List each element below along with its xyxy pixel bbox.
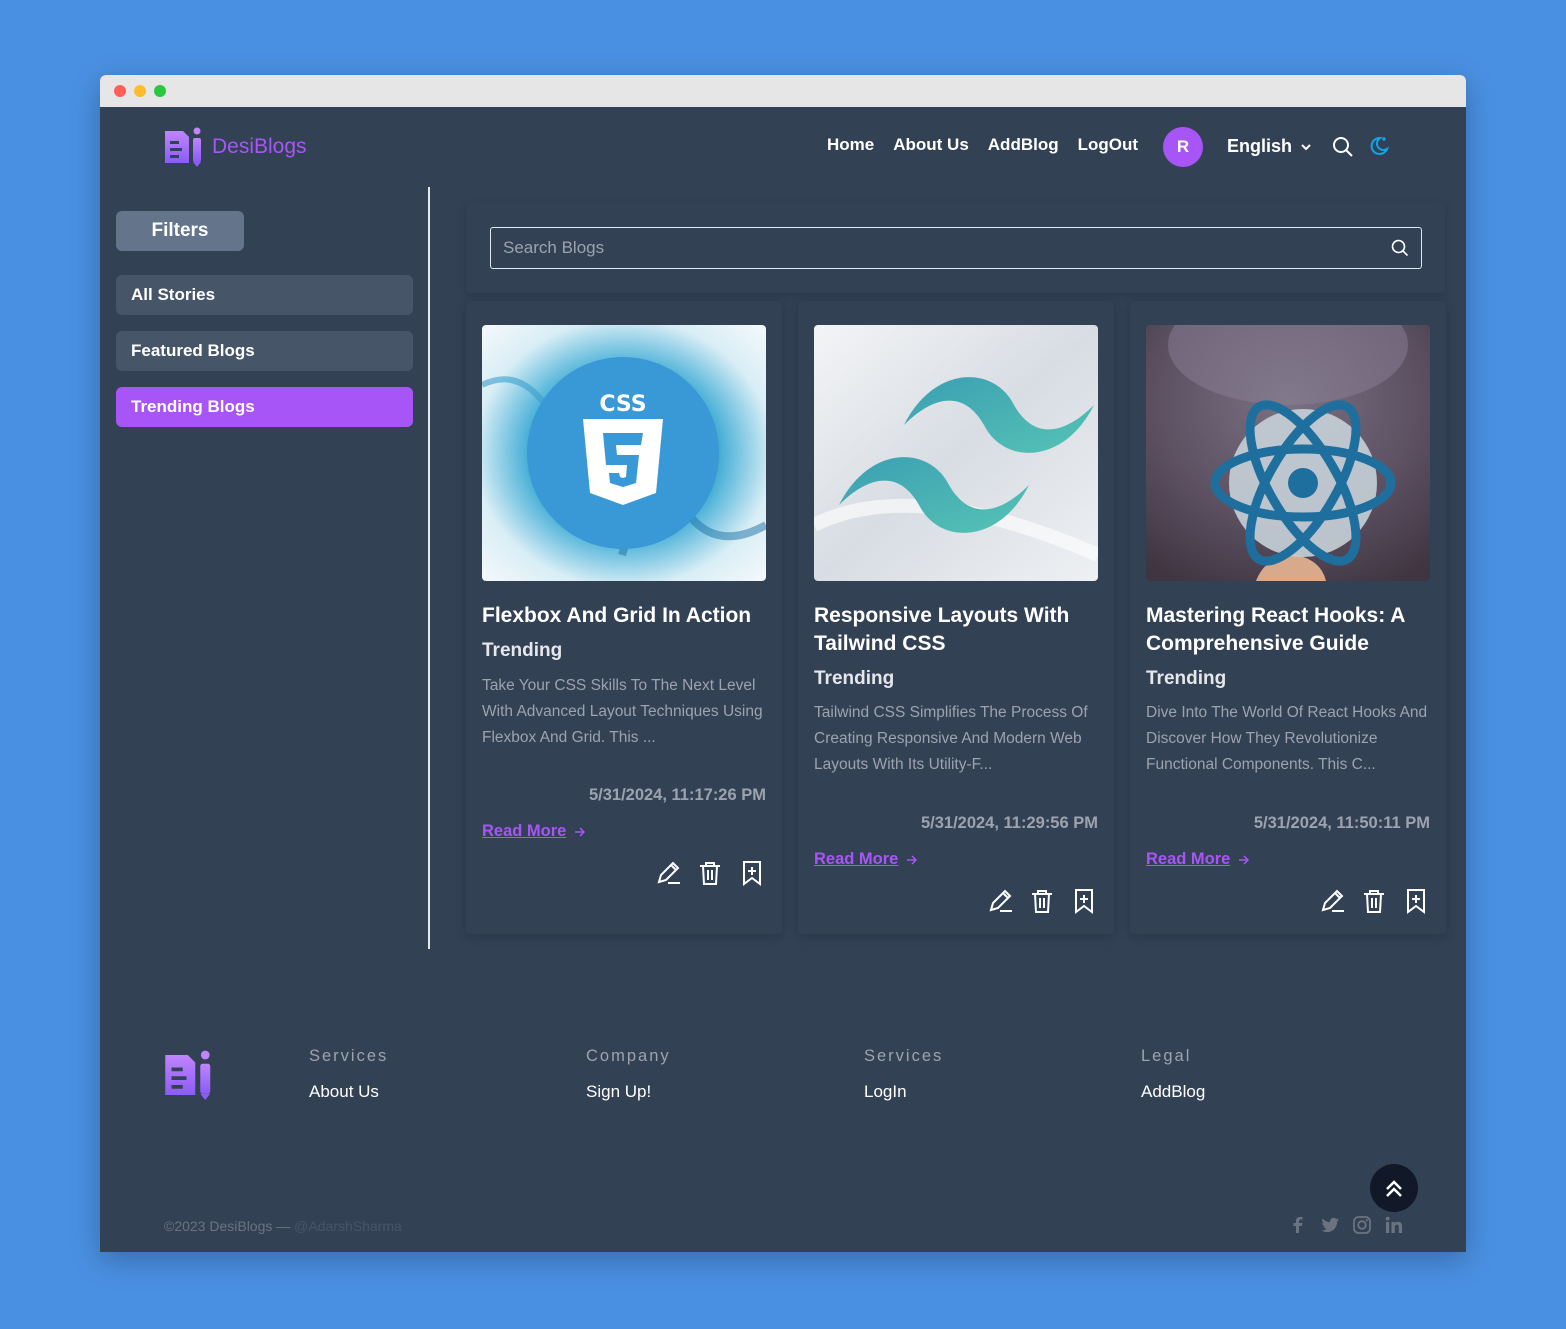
maximize-window-button[interactable]	[154, 85, 166, 97]
search-icon[interactable]	[1332, 136, 1354, 163]
blog-card: Responsive Layouts With Tailwind CSS Tre…	[798, 301, 1114, 934]
sidebar: Filters All Stories Featured Blogs Trend…	[100, 187, 430, 949]
nav-addblog-link[interactable]: AddBlog	[988, 135, 1059, 155]
sidebar-item-all-stories[interactable]: All Stories	[116, 275, 413, 315]
sidebar-item-featured-blogs[interactable]: Featured Blogs	[116, 331, 413, 371]
search-icon[interactable]	[1391, 239, 1409, 257]
blog-image-react[interactable]	[1146, 325, 1430, 581]
search-panel	[466, 203, 1445, 293]
blog-description: Dive Into The World Of React Hooks And D…	[1146, 704, 1428, 773]
footer-heading: Company	[586, 1047, 671, 1065]
svg-text:CSS: CSS	[599, 392, 646, 417]
blog-category: Trending	[482, 640, 563, 661]
chevron-down-icon	[1301, 143, 1311, 150]
close-window-button[interactable]	[114, 85, 126, 97]
footer-column-services-2: Services LogIn	[864, 1047, 943, 1102]
sidebar-item-trending-blogs[interactable]: Trending Blogs	[116, 387, 413, 427]
footer-heading: Services	[864, 1047, 944, 1065]
logo-text: DesiBlogs	[212, 135, 307, 158]
bookmark-add-icon[interactable]	[738, 859, 766, 887]
bookmark-add-icon[interactable]	[1070, 887, 1098, 915]
social-links	[1288, 1215, 1404, 1235]
nav-about-link[interactable]: About Us	[893, 135, 969, 155]
card-actions	[1318, 887, 1430, 915]
author-handle-link[interactable]: @AdarshSharma	[294, 1218, 402, 1234]
read-more-label: Read More	[482, 822, 567, 840]
footer-heading: Services	[309, 1047, 389, 1065]
avatar[interactable]: R	[1163, 127, 1203, 167]
footer-column-company: Company Sign Up!	[586, 1047, 671, 1102]
trash-icon[interactable]	[696, 859, 724, 887]
browser-window: DesiBlogs Home About Us AddBlog LogOut R…	[100, 75, 1466, 1252]
window-titlebar	[100, 75, 1466, 107]
search-box	[490, 227, 1422, 269]
blog-description: Tailwind CSS Simplifies The Process Of C…	[814, 704, 1088, 773]
blog-card: Mastering React Hooks: A Comprehensive G…	[1130, 301, 1446, 934]
blog-date: 5/31/2024, 11:17:26 PM	[588, 786, 766, 804]
moon-icon[interactable]	[1368, 135, 1390, 162]
blog-category: Trending	[814, 668, 895, 689]
nav-home-link[interactable]: Home	[827, 135, 874, 155]
minimize-window-button[interactable]	[134, 85, 146, 97]
filters-button[interactable]: Filters	[116, 211, 244, 251]
search-input[interactable]	[503, 238, 1391, 258]
language-label: English	[1227, 136, 1293, 156]
scroll-to-top-button[interactable]	[1370, 1164, 1418, 1212]
footer-link-addblog[interactable]: AddBlog	[1141, 1082, 1205, 1102]
facebook-icon[interactable]	[1288, 1215, 1308, 1235]
edit-icon[interactable]	[1318, 887, 1346, 915]
double-chevron-up-icon	[1386, 1180, 1402, 1197]
footer-link-about-us[interactable]: About Us	[309, 1082, 388, 1102]
blog-card: CSS Flexbox And Grid In Action Trending …	[466, 301, 782, 934]
blog-description: Take Your CSS Skills To The Next Level W…	[482, 677, 763, 746]
read-more-label: Read More	[814, 850, 899, 868]
card-actions	[986, 887, 1098, 915]
edit-icon[interactable]	[986, 887, 1014, 915]
footer-logo-icon[interactable]	[164, 1050, 214, 1105]
blog-title[interactable]: Flexbox And Grid In Action	[482, 602, 772, 630]
arrow-right-icon	[575, 826, 586, 837]
linkedin-icon[interactable]	[1384, 1215, 1404, 1235]
blog-image-tailwind[interactable]	[814, 325, 1098, 581]
twitter-icon[interactable]	[1320, 1215, 1340, 1235]
blog-date: 5/31/2024, 11:29:56 PM	[920, 814, 1098, 832]
read-more-link[interactable]: Read More	[482, 822, 586, 841]
blog-category: Trending	[1146, 668, 1227, 689]
arrow-right-icon	[1239, 854, 1250, 865]
footer-column-services: Services About Us	[309, 1047, 388, 1102]
blog-title[interactable]: Responsive Layouts With Tailwind CSS	[814, 602, 1104, 658]
blog-image-css3[interactable]: CSS	[482, 325, 766, 581]
read-more-link[interactable]: Read More	[1146, 850, 1250, 869]
read-more-link[interactable]: Read More	[814, 850, 918, 869]
trash-icon[interactable]	[1360, 887, 1388, 915]
blog-date: 5/31/2024, 11:50:11 PM	[1253, 814, 1430, 832]
bookmark-add-icon[interactable]	[1402, 887, 1430, 915]
copyright-text: ©2023 DesiBlogs —	[164, 1218, 291, 1234]
nav-links: Home About Us AddBlog LogOut	[827, 135, 1138, 155]
blog-title[interactable]: Mastering React Hooks: A Comprehensive G…	[1146, 602, 1436, 658]
copyright: ©2023 DesiBlogs — @AdarshSharma	[164, 1218, 402, 1234]
logo-icon	[165, 127, 201, 167]
navbar: DesiBlogs Home About Us AddBlog LogOut R…	[100, 107, 1466, 187]
trash-icon[interactable]	[1028, 887, 1056, 915]
edit-icon[interactable]	[654, 859, 682, 887]
footer-link-login[interactable]: LogIn	[864, 1082, 943, 1102]
instagram-icon[interactable]	[1352, 1215, 1372, 1235]
language-select[interactable]: English	[1227, 136, 1312, 157]
card-actions	[654, 859, 766, 887]
footer-heading: Legal	[1141, 1047, 1192, 1065]
nav-logout-link[interactable]: LogOut	[1078, 135, 1138, 155]
footer-column-legal: Legal AddBlog	[1141, 1047, 1205, 1102]
logo[interactable]: DesiBlogs	[164, 127, 307, 167]
arrow-right-icon	[907, 854, 918, 865]
read-more-label: Read More	[1146, 850, 1231, 868]
footer-link-sign-up[interactable]: Sign Up!	[586, 1082, 671, 1102]
